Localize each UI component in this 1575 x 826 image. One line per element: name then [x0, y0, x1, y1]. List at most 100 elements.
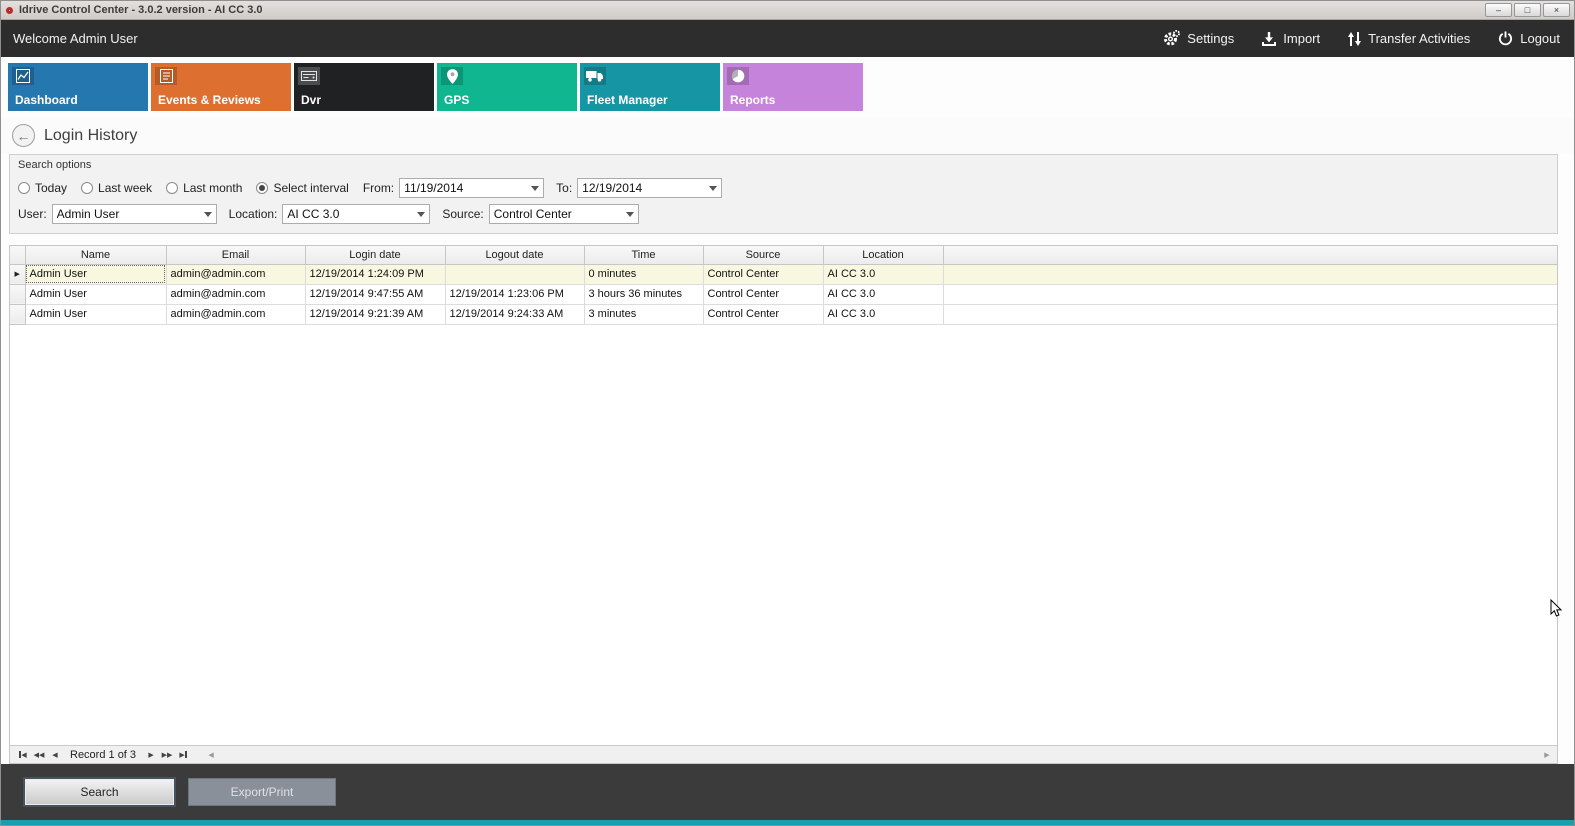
- settings-button[interactable]: Settings: [1163, 30, 1234, 47]
- transfer-activities-button[interactable]: Transfer Activities: [1348, 31, 1470, 46]
- column-header-source[interactable]: Source: [703, 246, 823, 264]
- pager-next-page-button[interactable]: ▶▶: [159, 748, 175, 762]
- table-row[interactable]: Admin User admin@admin.com 12/19/2014 9:…: [10, 284, 1557, 304]
- radio-label: Today: [35, 181, 67, 195]
- column-header-email[interactable]: Email: [166, 246, 305, 264]
- import-button[interactable]: Import: [1262, 31, 1320, 46]
- to-date-combobox[interactable]: 12/19/2014: [577, 178, 722, 198]
- pager-prev-button[interactable]: ◀: [47, 748, 63, 762]
- grid-cell[interactable]: Control Center: [703, 304, 823, 324]
- grid-pager: ◀ ◀◀ ◀ Record 1 of 3 ▶ ▶▶ ▶ ◀ ▶: [10, 745, 1557, 763]
- pager-last-button[interactable]: ▶: [175, 748, 191, 762]
- navbar-actions: Settings Import Transfer: [1163, 30, 1560, 47]
- power-icon: [1498, 31, 1513, 46]
- from-date-value: 11/19/2014: [404, 181, 527, 195]
- maximize-button[interactable]: □: [1514, 3, 1541, 17]
- pager-next-button[interactable]: ▶: [143, 748, 159, 762]
- to-label: To:: [556, 181, 572, 195]
- settings-label: Settings: [1187, 31, 1234, 46]
- column-header-name[interactable]: Name: [25, 246, 166, 264]
- radio-label: Select interval: [273, 181, 348, 195]
- user-label: User:: [18, 207, 47, 221]
- grid-cell[interactable]: admin@admin.com: [166, 284, 305, 304]
- grid-cell[interactable]: 3 hours 36 minutes: [584, 284, 703, 304]
- tile-gps[interactable]: GPS: [437, 63, 577, 111]
- table-row[interactable]: ▶ Admin User admin@admin.com 12/19/2014 …: [10, 264, 1557, 284]
- source-combobox[interactable]: Control Center: [489, 204, 639, 224]
- grid-cell[interactable]: Admin User: [25, 284, 166, 304]
- hscroll-left-arrow[interactable]: ◀: [203, 751, 219, 759]
- truck-icon: [584, 67, 606, 85]
- grid-cell[interactable]: admin@admin.com: [166, 264, 305, 284]
- grid-cell[interactable]: Control Center: [703, 284, 823, 304]
- radio-last-week[interactable]: Last week: [81, 181, 152, 195]
- tile-fleet-manager[interactable]: Fleet Manager: [580, 63, 720, 111]
- export-print-button[interactable]: Export/Print: [188, 778, 336, 806]
- from-label: From:: [363, 181, 394, 195]
- chevron-down-icon[interactable]: [200, 205, 216, 223]
- search-options-panel: Search options Today Last week Last mont…: [9, 154, 1558, 234]
- radio-last-month[interactable]: Last month: [166, 181, 242, 195]
- chevron-down-icon[interactable]: [705, 179, 721, 197]
- logout-button[interactable]: Logout: [1498, 31, 1560, 46]
- table-row[interactable]: Admin User admin@admin.com 12/19/2014 9:…: [10, 304, 1557, 324]
- column-header-location[interactable]: Location: [823, 246, 943, 264]
- tile-label: Reports: [730, 93, 775, 107]
- tile-events-reviews[interactable]: Events & Reviews: [151, 63, 291, 111]
- tile-dashboard[interactable]: Dashboard: [8, 63, 148, 111]
- grid-cell[interactable]: 12/19/2014 9:24:33 AM: [445, 304, 584, 324]
- row-indicator: [10, 284, 25, 304]
- grid-cell[interactable]: AI CC 3.0: [823, 264, 943, 284]
- grid-cell[interactable]: AI CC 3.0: [823, 284, 943, 304]
- column-header-time[interactable]: Time: [584, 246, 703, 264]
- grid-cell-filler: [943, 304, 1557, 324]
- row-indicator-header: [10, 246, 25, 264]
- transfer-activities-label: Transfer Activities: [1368, 31, 1470, 46]
- radio-today[interactable]: Today: [18, 181, 67, 195]
- grid-cell[interactable]: 12/19/2014 9:47:55 AM: [305, 284, 445, 304]
- column-header-login-date[interactable]: Login date: [305, 246, 445, 264]
- grid-cell[interactable]: Admin User: [25, 304, 166, 324]
- current-row-indicator: ▶: [10, 264, 25, 284]
- grid-cell[interactable]: 3 minutes: [584, 304, 703, 324]
- app-icon: [6, 7, 13, 14]
- tile-reports[interactable]: Reports: [723, 63, 863, 111]
- row-indicator: [10, 304, 25, 324]
- user-combobox[interactable]: Admin User: [52, 204, 217, 224]
- horizontal-scrollbar[interactable]: [219, 749, 1539, 761]
- grid-cell[interactable]: Admin User: [25, 264, 166, 284]
- window-controls: – □ ×: [1485, 3, 1574, 17]
- chevron-down-icon[interactable]: [622, 205, 638, 223]
- minimize-button[interactable]: –: [1485, 3, 1512, 17]
- grid-cell[interactable]: admin@admin.com: [166, 304, 305, 324]
- tile-dvr[interactable]: Dvr: [294, 63, 434, 111]
- grid-cell[interactable]: AI CC 3.0: [823, 304, 943, 324]
- radio-label: Last month: [183, 181, 242, 195]
- grid-cell[interactable]: 0 minutes: [584, 264, 703, 284]
- top-navbar: Welcome Admin User Settings: [1, 20, 1574, 57]
- window-title: Idrive Control Center - 3.0.2 version - …: [19, 4, 263, 16]
- radio-select-interval[interactable]: Select interval: [256, 181, 348, 195]
- search-button[interactable]: Search: [23, 777, 176, 807]
- tile-label: Dashboard: [15, 93, 78, 107]
- pager-first-button[interactable]: ◀: [15, 748, 31, 762]
- close-button[interactable]: ×: [1543, 3, 1570, 17]
- location-combobox[interactable]: AI CC 3.0: [282, 204, 430, 224]
- grid-cell[interactable]: Control Center: [703, 264, 823, 284]
- grid-cell[interactable]: [445, 264, 584, 284]
- pager-prev-page-button[interactable]: ◀◀: [31, 748, 47, 762]
- transfer-arrows-icon: [1348, 32, 1361, 46]
- hscroll-right-arrow[interactable]: ▶: [1539, 751, 1555, 759]
- chevron-down-icon[interactable]: [527, 179, 543, 197]
- radio-circle: [81, 182, 93, 194]
- grid-empty-area: [10, 325, 1557, 746]
- pie-chart-icon: [727, 67, 749, 85]
- from-date-combobox[interactable]: 11/19/2014: [399, 178, 544, 198]
- grid-cell[interactable]: 12/19/2014 1:24:09 PM: [305, 264, 445, 284]
- grid-cell[interactable]: 12/19/2014 9:21:39 AM: [305, 304, 445, 324]
- column-header-logout-date[interactable]: Logout date: [445, 246, 584, 264]
- import-label: Import: [1283, 31, 1320, 46]
- chevron-down-icon[interactable]: [413, 205, 429, 223]
- back-button[interactable]: ←: [12, 124, 35, 147]
- grid-cell[interactable]: 12/19/2014 1:23:06 PM: [445, 284, 584, 304]
